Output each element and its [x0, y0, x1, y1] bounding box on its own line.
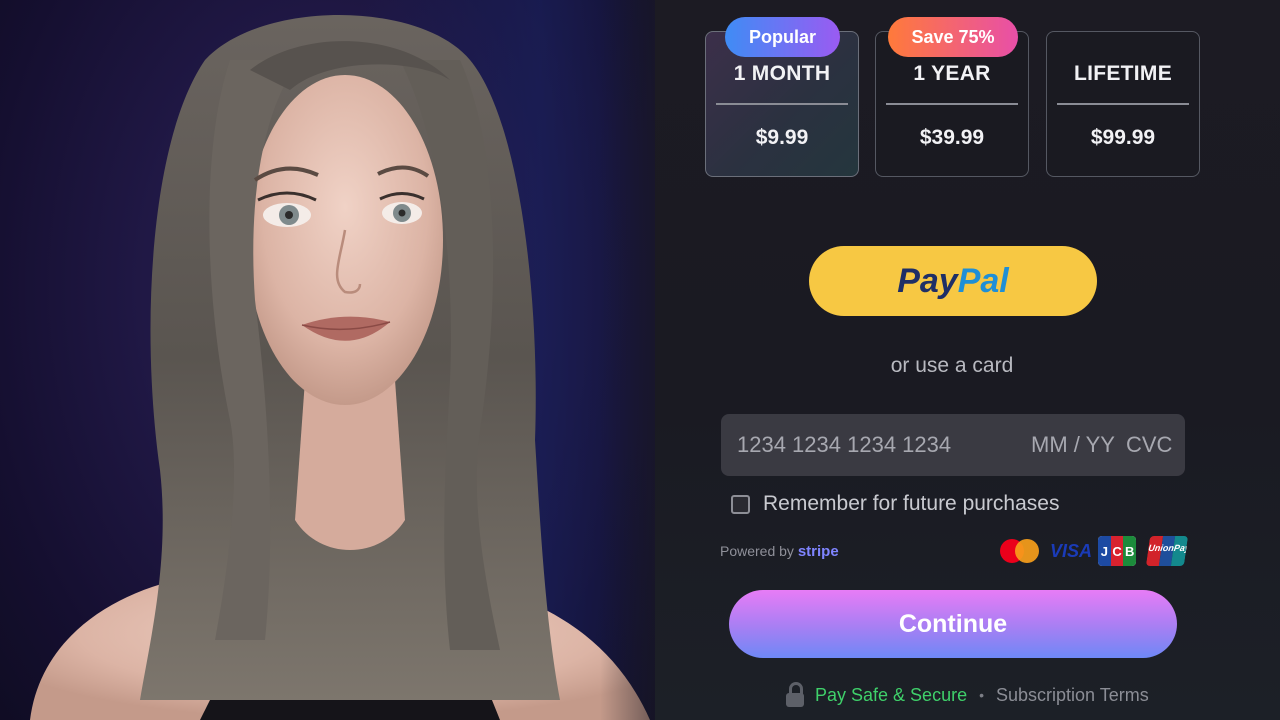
subscription-terms-link[interactable]: Subscription Terms — [996, 685, 1149, 706]
visa-icon: VISA — [1050, 541, 1093, 561]
jcb-icon: JCB — [1098, 536, 1136, 566]
paypal-button[interactable]: Pay Pal — [809, 246, 1097, 316]
footer-separator: • — [979, 687, 984, 703]
card-cvc-input[interactable]: CVC — [1126, 432, 1172, 458]
stripe-logo: stripe — [797, 543, 839, 560]
powered-by-stripe: Powered by stripe — [720, 543, 839, 560]
plan-divider — [886, 103, 1018, 105]
continue-button[interactable]: Continue — [729, 590, 1177, 658]
or-use-card-label: or use a card — [890, 354, 1014, 377]
character-portrait — [0, 0, 655, 720]
unionpay-icon: UnionPay — [1145, 536, 1189, 566]
mastercard-icon — [1000, 536, 1040, 566]
remember-checkbox-row[interactable]: Remember for future purchases — [731, 492, 1059, 516]
plan-price: $99.99 — [1090, 126, 1156, 149]
powered-by-text: Powered by — [720, 543, 794, 559]
plan-divider — [1057, 103, 1189, 105]
card-expiry-input[interactable]: MM / YY — [1031, 432, 1115, 458]
character-illustration — [30, 15, 650, 720]
card-number-input[interactable]: 1234 1234 1234 1234 — [737, 432, 951, 458]
pay-safe-label: Pay Safe & Secure — [815, 684, 968, 705]
remember-checkbox[interactable] — [731, 494, 750, 514]
paypal-logo-pay: Pay — [897, 261, 958, 300]
popular-badge: Popular — [725, 17, 840, 57]
plan-price: $39.99 — [919, 126, 985, 149]
paypal-logo-pal: Pal — [957, 261, 1009, 300]
secure-footer: Pay Safe & Secure • Subscription Terms — [785, 682, 1149, 708]
plan-divider — [716, 103, 848, 105]
card-input-field[interactable]: 1234 1234 1234 1234 MM / YY CVC — [721, 414, 1185, 476]
plan-card-lifetime[interactable]: LIFETIME $99.99 — [1046, 31, 1200, 177]
plan-name: 1 YEAR — [913, 62, 991, 85]
plan-price: $9.99 — [755, 126, 809, 149]
save-badge: Save 75% — [888, 17, 1018, 57]
lock-icon — [785, 682, 805, 708]
plan-name: LIFETIME — [1073, 62, 1173, 85]
remember-label[interactable]: Remember for future purchases — [763, 492, 1059, 516]
plan-name: 1 MONTH — [733, 62, 831, 85]
